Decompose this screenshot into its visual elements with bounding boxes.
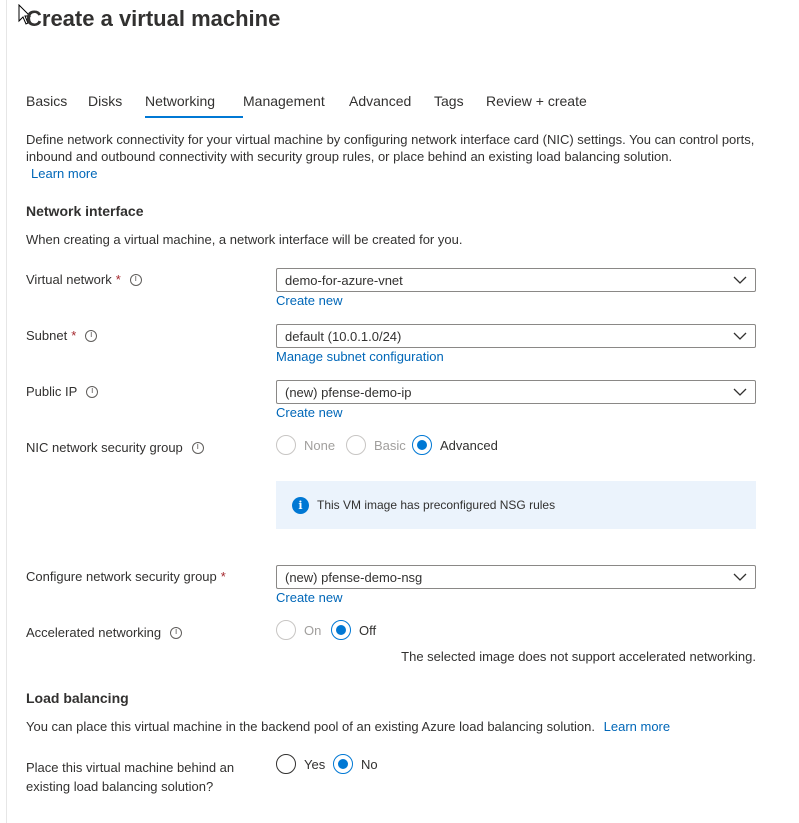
accelerated-option-on[interactable]: On (276, 620, 331, 640)
nic-nsg-option-advanced[interactable]: Advanced (412, 435, 498, 455)
required-marker: * (220, 569, 226, 584)
network-interface-title: Network interface (26, 203, 144, 219)
intro-description: Define network connectivity for your vir… (26, 131, 766, 182)
subnet-dropdown[interactable]: default (10.0.1.0/24) (276, 324, 756, 348)
tab-management[interactable]: Management (243, 88, 349, 118)
learn-more-link[interactable]: Learn more (31, 166, 97, 181)
radio-circle (346, 435, 366, 455)
chevron-down-icon (733, 388, 747, 396)
load-balancing-question: Place this virtual machine behind an exi… (26, 758, 234, 796)
tab-basics[interactable]: Basics (26, 88, 88, 118)
radio-circle-selected (412, 435, 432, 455)
info-icon[interactable]: i (191, 441, 204, 454)
tab-review-create[interactable]: Review + create (486, 88, 596, 118)
radio-label: Off (359, 622, 377, 638)
radio-label: No (361, 756, 378, 772)
configure-nsg-label-text: Configure network security group (26, 569, 217, 584)
accelerated-networking-note: The selected image does not support acce… (401, 649, 756, 664)
nic-nsg-label: NIC network security group i (26, 440, 204, 455)
radio-circle-selected (333, 754, 353, 774)
manage-subnet-configuration-link[interactable]: Manage subnet configuration (276, 349, 444, 364)
info-icon[interactable]: i (170, 626, 183, 639)
virtual-network-label-text: Virtual network (26, 272, 112, 287)
radio-dot (336, 625, 346, 635)
public-ip-label-text: Public IP (26, 384, 78, 399)
load-balancing-option-yes[interactable]: Yes (276, 754, 333, 774)
chevron-down-icon (733, 276, 747, 284)
virtual-network-create-new-link[interactable]: Create new (276, 293, 342, 308)
load-balancing-title: Load balancing (26, 690, 129, 706)
radio-label: Advanced (440, 437, 498, 453)
accelerated-networking-label-text: Accelerated networking (26, 625, 162, 640)
public-ip-label: Public IP i (26, 384, 99, 399)
nsg-info-message: i This VM image has preconfigured NSG ru… (276, 481, 756, 529)
radio-circle (276, 435, 296, 455)
tab-bar: Basics Disks Networking Management Advan… (26, 88, 596, 118)
radio-dot (338, 759, 348, 769)
subnet-label-text: Subnet (26, 328, 68, 343)
tab-networking[interactable]: Networking (145, 88, 243, 118)
accelerated-networking-label: Accelerated networking i (26, 625, 183, 640)
virtual-network-dropdown[interactable]: demo-for-azure-vnet (276, 268, 756, 292)
info-icon[interactable]: i (86, 385, 99, 398)
panel-left-border (6, 0, 7, 823)
load-balancing-question-line2: existing load balancing solution? (26, 779, 214, 794)
configure-nsg-create-new-link[interactable]: Create new (276, 590, 342, 605)
radio-dot (417, 440, 427, 450)
public-ip-create-new-link[interactable]: Create new (276, 405, 342, 420)
tab-tags[interactable]: Tags (434, 88, 486, 118)
chevron-down-icon (733, 573, 747, 581)
radio-label: Basic (374, 437, 406, 453)
radio-circle (276, 620, 296, 640)
load-balancing-learn-more-link[interactable]: Learn more (604, 719, 670, 734)
tab-disks[interactable]: Disks (88, 88, 145, 118)
radio-label: On (304, 622, 322, 638)
info-icon[interactable]: i (129, 273, 142, 286)
load-balancing-radio-group: Yes No (276, 754, 378, 774)
nic-nsg-radio-group: None Basic Advanced (276, 435, 498, 455)
accelerated-option-off[interactable]: Off (331, 620, 376, 640)
nic-nsg-label-text: NIC network security group (26, 440, 183, 455)
configure-nsg-dropdown[interactable]: (new) pfense-demo-nsg (276, 565, 756, 589)
info-icon[interactable]: i (85, 329, 98, 342)
radio-label: Yes (304, 756, 326, 772)
radio-circle (276, 754, 296, 774)
page-title: Create a virtual machine (26, 6, 281, 31)
radio-circle-selected (331, 620, 351, 640)
accelerated-networking-radio-group: On Off (276, 620, 376, 640)
load-balancing-option-no[interactable]: No (333, 754, 378, 774)
network-interface-description: When creating a virtual machine, a netwo… (26, 232, 463, 247)
subnet-value: default (10.0.1.0/24) (285, 328, 402, 344)
nsg-info-text: This VM image has preconfigured NSG rule… (317, 498, 556, 512)
load-balancing-question-line1: Place this virtual machine behind an (26, 760, 235, 775)
chevron-down-icon (733, 332, 747, 340)
tab-advanced[interactable]: Advanced (349, 88, 434, 118)
virtual-network-value: demo-for-azure-vnet (285, 272, 403, 288)
subnet-label: Subnet * i (26, 328, 98, 343)
configure-nsg-label: Configure network security group * (26, 569, 226, 584)
configure-nsg-value: (new) pfense-demo-nsg (285, 569, 423, 585)
required-marker: * (115, 272, 121, 287)
nic-nsg-option-basic[interactable]: Basic (346, 435, 412, 455)
public-ip-dropdown[interactable]: (new) pfense-demo-ip (276, 380, 756, 404)
radio-label: None (304, 437, 336, 453)
load-balancing-description: You can place this virtual machine in th… (26, 719, 670, 734)
info-filled-icon: i (292, 496, 309, 514)
nic-nsg-option-none[interactable]: None (276, 435, 346, 455)
public-ip-value: (new) pfense-demo-ip (285, 384, 412, 400)
virtual-network-label: Virtual network * i (26, 272, 142, 287)
load-balancing-description-text: You can place this virtual machine in th… (26, 719, 596, 734)
intro-text: Define network connectivity for your vir… (26, 132, 755, 164)
required-marker: * (71, 328, 77, 343)
